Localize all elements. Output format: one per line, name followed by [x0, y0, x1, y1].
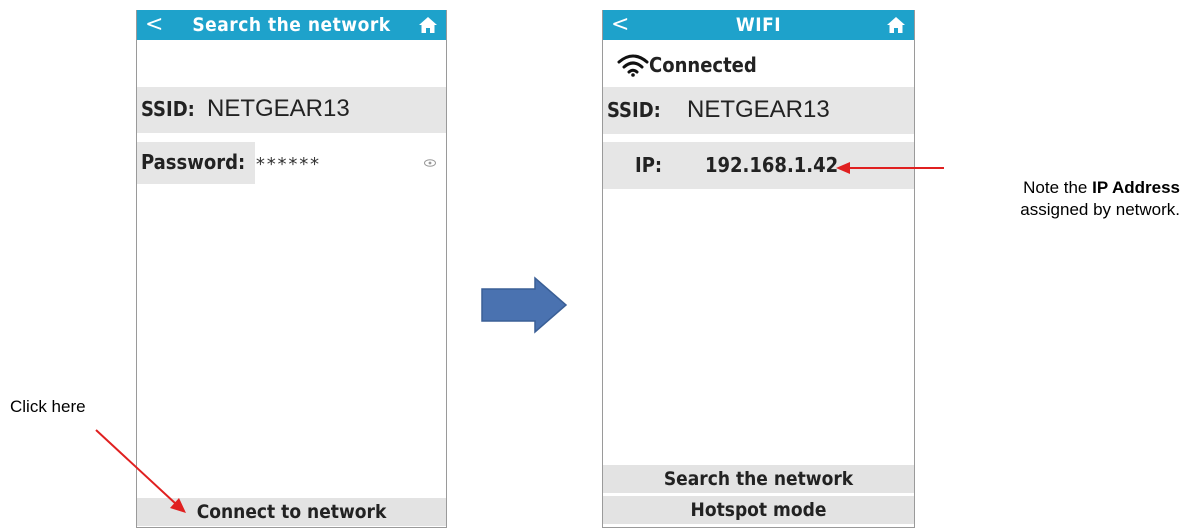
annotation-overlay: [95, 162, 944, 513]
ip-pointer-arrow-icon: [836, 162, 944, 174]
ip-address-note: Note the IP Address assigned by network.: [940, 177, 1180, 221]
click-here-note: Click here: [10, 397, 86, 416]
click-pointer-arrow-icon: [95, 429, 186, 513]
note-line2: assigned by network.: [1020, 200, 1180, 219]
note-prefix: Note the: [1023, 178, 1093, 197]
flow-arrow-icon: [481, 276, 568, 334]
note-bold: IP Address: [1092, 178, 1180, 197]
